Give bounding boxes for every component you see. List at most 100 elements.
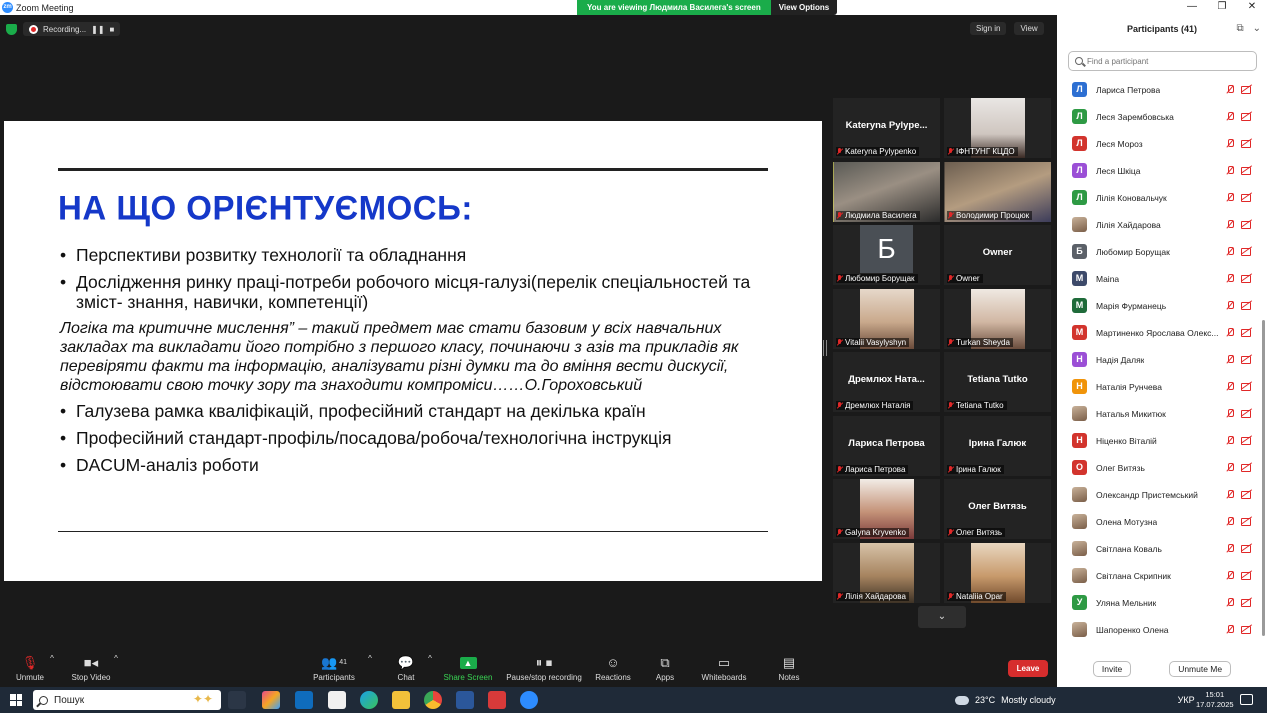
video-tile[interactable]: Володимир Процюк [944, 161, 1051, 222]
whiteboards-button[interactable]: ▭ Whiteboards [689, 654, 759, 683]
panel-splitter-handle[interactable] [823, 340, 827, 356]
notes-button[interactable]: ▤ Notes [754, 654, 824, 683]
participant-row[interactable]: M Maina [1057, 265, 1259, 292]
video-tile-label: Galyna Kryvenko [836, 528, 909, 537]
close-button[interactable]: ✕ [1237, 0, 1267, 15]
participant-row[interactable]: М Марія Фурманець [1057, 292, 1259, 319]
wps-app-icon[interactable] [488, 691, 506, 709]
recording-indicator: Recording... ❚❚ ■ [23, 22, 121, 36]
pause-recording-icon[interactable]: ❚❚ [91, 25, 104, 34]
windows-start-icon[interactable] [10, 694, 22, 706]
participant-row[interactable]: Л Леся Шкіца [1057, 157, 1259, 184]
leave-button[interactable]: Leave [1008, 660, 1048, 677]
unmute-me-button[interactable]: Unmute Me [1169, 661, 1232, 677]
camera-off-icon [1241, 409, 1252, 418]
participant-row[interactable]: Лілія Хайдарова [1057, 211, 1259, 238]
video-tile[interactable]: Б Любомир Борущак [833, 225, 940, 285]
video-tile-label: Володимир Процюк [947, 210, 1033, 220]
share-screen-button[interactable]: ▲ Share Screen [433, 654, 503, 682]
sign-in-link[interactable]: Sign in [970, 22, 1007, 35]
notifications-icon[interactable] [1240, 694, 1253, 705]
pop-out-icon[interactable]: ⧉ [1236, 23, 1243, 34]
video-tile[interactable]: Kateryna Pylype... Kateryna Pylypenko [833, 98, 940, 158]
participant-row[interactable]: У Уляна Мельник [1057, 589, 1259, 616]
video-tile[interactable]: Лілія Хайдарова [833, 542, 940, 603]
participant-search[interactable] [1068, 51, 1257, 71]
participant-row[interactable]: Наталья Микитюк [1057, 400, 1259, 427]
video-tile-label: Ірина Галюк [947, 464, 1004, 474]
avatar: Л [1072, 109, 1087, 124]
participant-row[interactable]: Н Наталія Рунчева [1057, 373, 1259, 400]
gallery-next-page-button[interactable]: ⌄ [918, 606, 966, 628]
participant-row[interactable]: Світлана Скрипник [1057, 562, 1259, 589]
edge-browser-icon[interactable] [360, 691, 378, 709]
mic-muted-icon [948, 148, 954, 155]
copilot-app-icon[interactable] [262, 691, 280, 709]
participant-row[interactable]: О Олег Витязь [1057, 454, 1259, 481]
participant-status-icons [1226, 544, 1252, 553]
video-tile[interactable]: Ірина Галюк Ірина Галюк [944, 415, 1051, 476]
video-tile[interactable]: Людмила Василега [833, 161, 940, 222]
video-tile[interactable]: Дремлюх Ната... Дремлюх Наталія [833, 352, 940, 412]
shared-screen-slide: НА ЩО ОРІЄНТУЄМОСЬ: • Перспективи розвитк… [4, 121, 822, 581]
avatar [1072, 487, 1087, 502]
video-tile[interactable]: Owner Owner [944, 225, 1051, 285]
participant-row[interactable]: Л Леся Зарембовська [1057, 103, 1259, 130]
file-explorer-icon[interactable] [392, 691, 410, 709]
pause-stop-recording-button[interactable]: ⏸ ⏹ Pause/stop recording [502, 654, 586, 683]
stop-recording-icon[interactable]: ■ [110, 25, 115, 34]
view-button[interactable]: View [1014, 22, 1044, 35]
zoom-taskbar-icon[interactable] [520, 691, 538, 709]
video-tile[interactable]: Vitalii Vasylyshyn [833, 288, 940, 349]
minimize-button[interactable]: — [1177, 0, 1207, 15]
video-tile-name: Owner [982, 247, 1013, 258]
camera-off-icon [1241, 139, 1252, 148]
avatar: Н [1072, 433, 1087, 448]
camera-off-icon [1241, 220, 1252, 229]
participant-row[interactable]: М Мартиненко Ярослава Олекс... [1057, 319, 1259, 346]
store-app-icon[interactable] [328, 691, 346, 709]
security-shield-icon[interactable] [6, 23, 17, 35]
video-tile[interactable]: ІФНТУНГ КЦДО [944, 98, 1051, 158]
participant-row[interactable]: Шапоренко Олена [1057, 616, 1259, 643]
participant-row[interactable]: Н Надія Даляк [1057, 346, 1259, 373]
participant-name: Шапоренко Олена [1096, 624, 1169, 635]
participant-row[interactable]: Л Лілія Коновальчук [1057, 184, 1259, 211]
word-app-icon[interactable] [456, 691, 474, 709]
audio-options-caret[interactable]: ^ [48, 654, 56, 663]
collapse-icon[interactable]: ⌄ [1253, 23, 1261, 34]
taskbar-search[interactable]: Пошук ✦✦ [33, 690, 221, 710]
participant-status-icons [1226, 328, 1252, 337]
outlook-app-icon[interactable] [295, 691, 313, 709]
participant-status-icons [1226, 85, 1252, 94]
video-tile[interactable]: Лариса Петрова Лариса Петрова [833, 415, 940, 476]
participant-row[interactable]: Н Ніценко Віталій [1057, 427, 1259, 454]
invite-button[interactable]: Invite [1092, 661, 1132, 677]
video-tile[interactable]: Nataliia Opar [944, 542, 1051, 603]
participant-status-icons [1226, 463, 1252, 472]
video-tile[interactable]: Олег Витязь Олег Витязь [944, 479, 1051, 539]
participant-row[interactable]: Л Леся Мороз [1057, 130, 1259, 157]
video-tile[interactable]: Turkan Sheyda [944, 288, 1051, 349]
video-tile[interactable]: Galyna Kryvenko [833, 479, 940, 539]
chrome-browser-icon[interactable] [424, 691, 442, 709]
video-tile-label: Лариса Петрова [836, 464, 909, 474]
participant-row[interactable]: Л Лариса Петрова [1057, 76, 1259, 103]
participants-button[interactable]: 👥 41 Participants [299, 654, 369, 683]
participant-row[interactable]: Світлана Коваль [1057, 535, 1259, 562]
video-options-caret[interactable]: ^ [112, 654, 120, 663]
avatar [1072, 568, 1087, 583]
video-tile[interactable]: Tetiana Tutko Tetiana Tutko [944, 352, 1051, 412]
keyboard-language[interactable]: УКР [1178, 695, 1195, 705]
participant-row[interactable]: Б Любомир Борущак [1057, 238, 1259, 265]
participant-list-scrollbar[interactable] [1262, 320, 1265, 636]
task-view-icon[interactable] [228, 691, 246, 709]
participant-status-icons [1226, 301, 1252, 310]
participant-row[interactable]: Олена Мотузна [1057, 508, 1259, 535]
participant-row[interactable]: Олександр Пристемський [1057, 481, 1259, 508]
maximize-button[interactable]: ❐ [1207, 0, 1237, 15]
slide-quote: Логіка та критичне мислення” – такий пре… [60, 320, 739, 394]
participant-search-input[interactable] [1087, 56, 1247, 66]
taskbar-clock[interactable]: 15:01 17.07.2025 [1196, 690, 1234, 710]
view-options-button[interactable]: View Options [770, 0, 838, 15]
